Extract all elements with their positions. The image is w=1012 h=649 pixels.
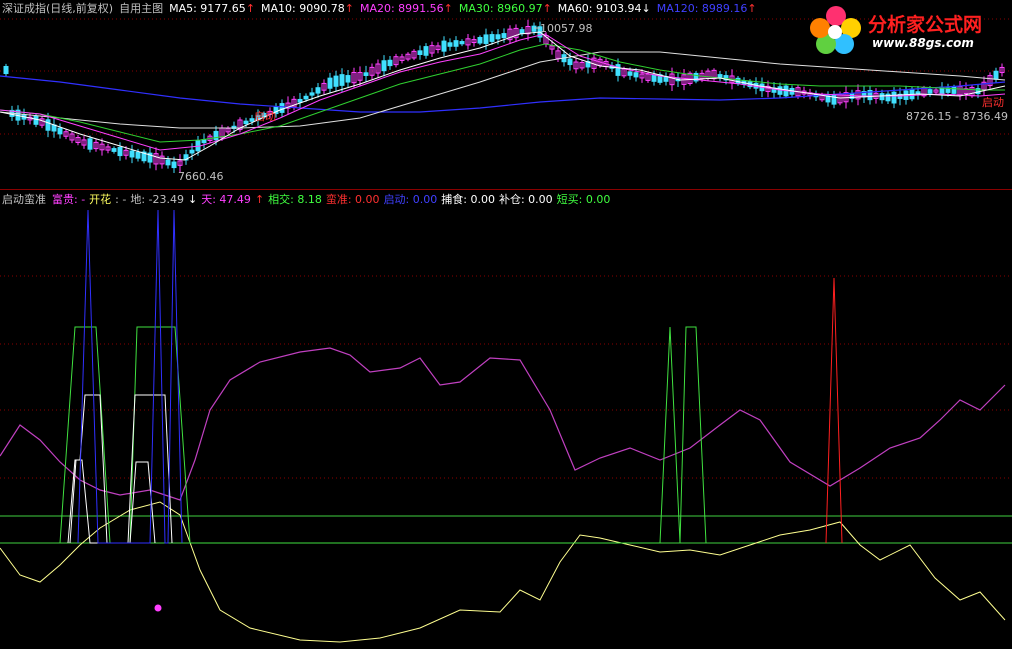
green-signal-line <box>59 326 707 544</box>
white-signal-line <box>67 394 173 544</box>
candle-body <box>567 58 573 66</box>
candle-body <box>243 120 249 125</box>
candle-body <box>519 29 525 35</box>
low-price-label: 7660.46 <box>178 170 224 183</box>
candle-body <box>459 41 465 45</box>
candle-body <box>213 130 219 141</box>
candle-body <box>453 40 459 47</box>
high-price-label: 10057.98 <box>540 22 593 35</box>
candle-body <box>279 103 285 113</box>
candle-body <box>417 50 423 55</box>
candle-body <box>339 74 345 86</box>
logo-url: www.88gs.com <box>872 36 974 50</box>
candle-body <box>3 65 9 75</box>
candle-body <box>189 149 195 154</box>
candle-body <box>483 34 489 44</box>
candle-body <box>447 42 453 47</box>
white-pulse-line <box>69 459 156 544</box>
ma60-line <box>0 51 1006 129</box>
flower-icon <box>810 6 861 54</box>
candle-body <box>441 40 447 52</box>
candle-body <box>171 161 177 169</box>
candle-body <box>489 34 495 42</box>
indicator-lines <box>0 209 1012 643</box>
price-range-label: 8726.15 - 8736.49 <box>906 110 1008 123</box>
candle-body <box>111 148 117 152</box>
candle-body <box>297 98 303 103</box>
candle-body <box>495 34 501 40</box>
candle-body <box>501 33 507 39</box>
candle-body <box>45 119 51 131</box>
candle-body <box>303 95 309 100</box>
logo-title: 分析家公式网 <box>868 14 983 36</box>
site-logo[interactable]: 分析家公式网 www.88gs.com <box>806 4 1006 54</box>
candle-body <box>717 74 723 79</box>
candle-body <box>993 70 999 80</box>
candle-body <box>333 75 339 87</box>
magenta-marker <box>154 604 162 612</box>
candle-body <box>363 72 369 76</box>
candle-body <box>87 138 93 150</box>
candle-body <box>33 115 39 125</box>
candle-body <box>387 59 393 67</box>
candle-body <box>315 87 321 94</box>
candle-body <box>633 72 639 78</box>
signal-label-left: 启动 <box>254 110 276 123</box>
candle-body <box>165 159 171 166</box>
candle-body <box>891 91 897 104</box>
candle-body <box>615 64 621 76</box>
candle-body <box>117 146 123 157</box>
chart-canvas[interactable]: 10057.987660.468726.15 - 8736.49启动启动 <box>0 0 1012 649</box>
candle-body <box>129 150 135 158</box>
candle-body <box>531 25 537 32</box>
magenta-indicator-line <box>0 347 1006 501</box>
candle-body <box>477 37 483 44</box>
candle-body <box>57 127 63 135</box>
candle-body <box>345 75 351 83</box>
candle-body <box>627 71 633 76</box>
candle-body <box>951 86 957 94</box>
candle-body <box>927 89 933 94</box>
candle-body <box>309 92 315 96</box>
candle-body <box>423 46 429 56</box>
candle-body <box>327 77 333 89</box>
grid-lines <box>0 18 1012 479</box>
signal-label-right: 启动 <box>982 96 1004 109</box>
candle-body <box>651 74 657 82</box>
candle-body <box>381 60 387 72</box>
candle-body <box>135 151 141 159</box>
candle-body <box>879 93 885 101</box>
